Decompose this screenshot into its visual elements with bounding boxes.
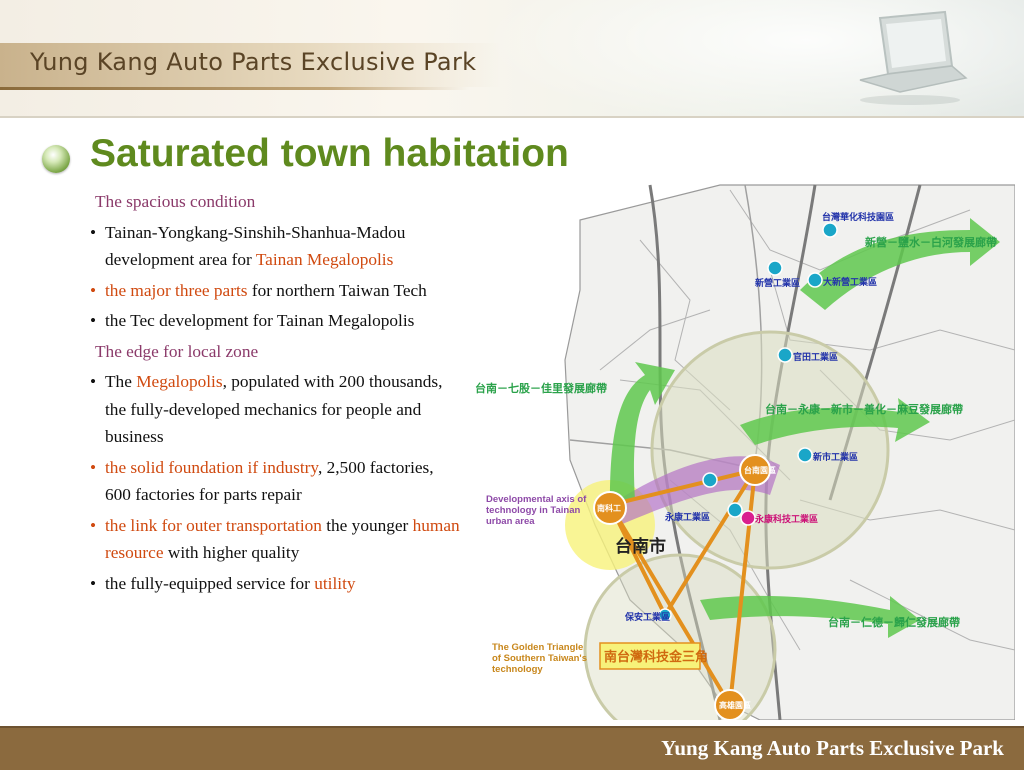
highlighted-text: Tainan Megalopolis bbox=[255, 250, 394, 269]
park-label: 新市工業區 bbox=[813, 451, 858, 463]
park-label: 新營工業區 bbox=[755, 277, 800, 289]
bullet-dot-icon: • bbox=[90, 515, 97, 535]
park-label: 高雄園區 bbox=[719, 700, 751, 710]
city-label: 台南市 bbox=[615, 536, 666, 557]
footer-bar: Yung Kang Auto Parts Exclusive Park bbox=[0, 726, 1024, 770]
bullet-dot-icon: • bbox=[90, 573, 97, 593]
park-label: 官田工業區 bbox=[793, 351, 838, 363]
body-text: the Tec development for Tainan Megalopol… bbox=[105, 311, 415, 330]
park-label: 保安工業區 bbox=[624, 611, 670, 623]
highlighted-text: utility bbox=[314, 573, 356, 593]
park-label: 大新營工業區 bbox=[823, 276, 877, 288]
header-banner: Yung Kang Auto Parts Exclusive Park bbox=[0, 0, 1024, 118]
body-text: for northern Taiwan Tech bbox=[247, 280, 427, 300]
header-divider bbox=[0, 116, 1024, 118]
header-band-line bbox=[0, 87, 470, 90]
slide-title: Saturated town habitation bbox=[90, 132, 569, 175]
corridor-label: 台南－仁德－歸仁發展廊帶 bbox=[828, 615, 960, 629]
header-title: Yung Kang Auto Parts Exclusive Park bbox=[30, 48, 477, 76]
bullet-item: • the Tec development for Tainan Megalopo… bbox=[88, 307, 460, 335]
bullet-dot-icon: • bbox=[90, 311, 97, 330]
title-bullet-icon bbox=[42, 145, 70, 173]
bullet-dot-icon: • bbox=[90, 222, 97, 242]
urban-halo bbox=[650, 330, 890, 570]
laptop-icon bbox=[859, 10, 968, 105]
section-heading: The spacious condition bbox=[95, 192, 256, 211]
highlighted-text: the link for outer transportation bbox=[105, 515, 322, 535]
bullet-dot-icon: • bbox=[90, 280, 97, 300]
bullet-item: • the solid foundation if industry, 2,500… bbox=[88, 454, 460, 509]
corridor-label: 台南－永康－新市－善化－麻豆發展廊帶 bbox=[765, 402, 963, 416]
park-label: 台灣華化科技園區 bbox=[822, 211, 894, 223]
body-text: with higher quality bbox=[163, 543, 300, 562]
park-label: 台南園區 bbox=[744, 465, 776, 475]
body-text: The bbox=[105, 372, 137, 391]
bullet-item: • Tainan-Yongkang-Sinshih-Shanhua-Madou d… bbox=[88, 219, 460, 274]
triangle-cn-label: 南台灣科技金三角 bbox=[604, 649, 708, 665]
body-text: the younger bbox=[321, 515, 413, 535]
park-label: 南科工 bbox=[597, 503, 621, 513]
bullet-dot-icon: • bbox=[90, 457, 97, 477]
corridor-label: 台南－七股－佳里發展廊帶 bbox=[475, 381, 607, 395]
highlighted-text: the solid foundation if industry bbox=[105, 457, 318, 477]
park-label: 永康科技工業區 bbox=[754, 513, 818, 525]
section-heading: The edge for local zone bbox=[95, 341, 259, 361]
highlighted-text: Megalopolis bbox=[136, 372, 223, 391]
slide-body: The spacious condition • Tainan-Yongkang-S… bbox=[88, 186, 460, 600]
bullet-dot-icon: • bbox=[90, 372, 97, 391]
bullet-item: • the link for outer transportation the y… bbox=[88, 512, 460, 567]
bullet-item: • the major three parts for northern Taiw… bbox=[88, 277, 460, 305]
bullet-item: • the fully-equipped service for utility bbox=[88, 570, 460, 598]
corridor-label: 新營－鹽水－白河發展廊帶 bbox=[865, 235, 997, 249]
bullet-item: • The Megalopolis, populated with 200 tho… bbox=[88, 368, 460, 451]
footer-brand: Yung Kang Auto Parts Exclusive Park bbox=[661, 736, 1004, 760]
highlighted-text: the major three parts bbox=[105, 280, 248, 300]
body-text: the fully-equipped service for bbox=[105, 573, 315, 593]
tainan-development-map: 新營－鹽水－白河發展廊帶 台南－七股－佳里發展廊帶 台南－永康－新市－善化－麻豆… bbox=[470, 180, 1015, 720]
park-label: 永康工業區 bbox=[664, 511, 710, 523]
